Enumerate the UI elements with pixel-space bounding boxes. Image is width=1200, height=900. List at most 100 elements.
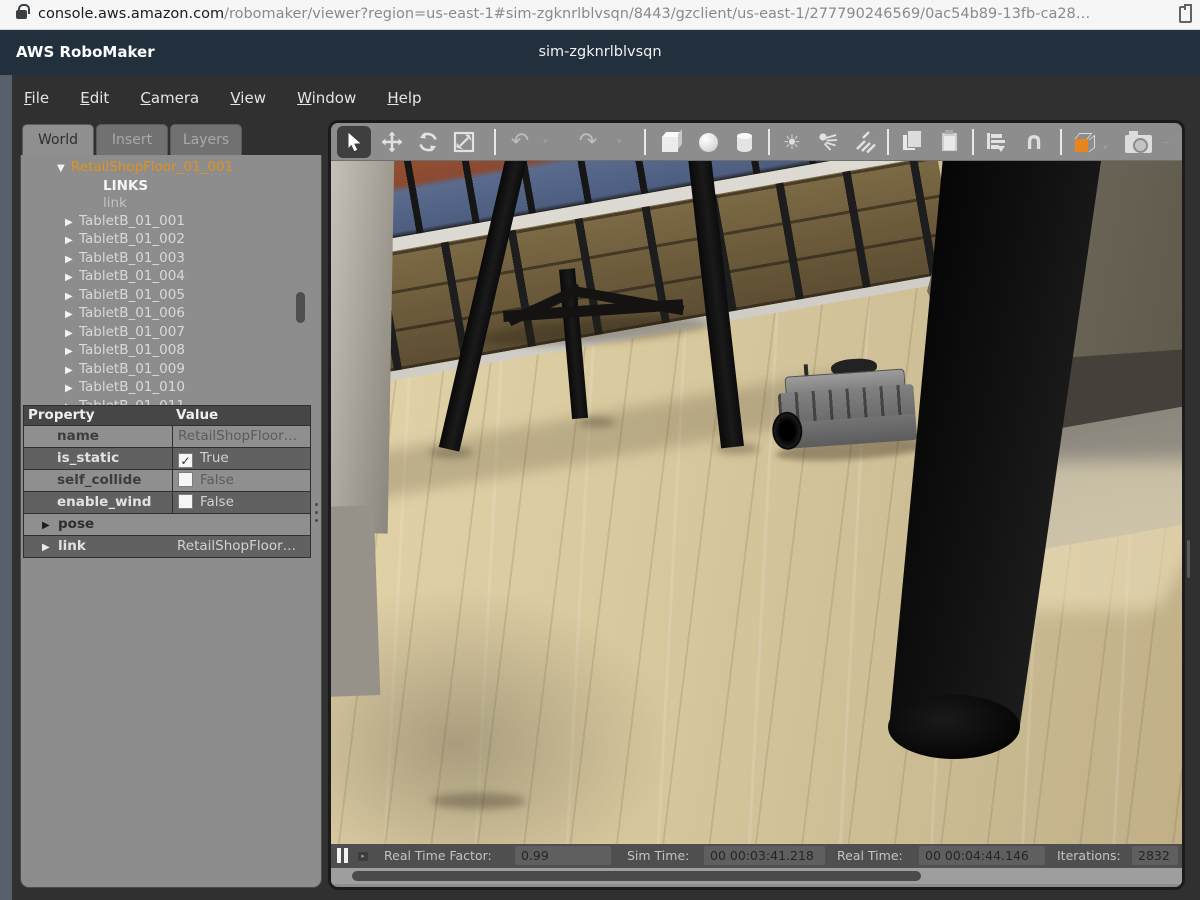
step-button[interactable]: ▸ bbox=[358, 852, 368, 861]
tree-item[interactable]: ▶TabletB_01_001 bbox=[21, 213, 321, 232]
collapsed-triangle-icon[interactable]: ▶ bbox=[42, 537, 58, 558]
tab-insert[interactable]: Insert bbox=[96, 124, 168, 156]
app-header: AWS RoboMaker sim-zgknrlblvsqn bbox=[0, 30, 1200, 75]
robot[interactable] bbox=[776, 354, 935, 466]
url-text[interactable]: console.aws.amazon.com/robomaker/viewer?… bbox=[38, 6, 1090, 22]
align-button[interactable] bbox=[979, 126, 1013, 158]
real-time-label: Real Time: bbox=[837, 848, 903, 863]
collapsed-triangle-icon[interactable]: ▶ bbox=[65, 306, 79, 324]
tree-item[interactable]: ▶TabletB_01_008 bbox=[21, 342, 321, 361]
collapsed-triangle-icon[interactable]: ▶ bbox=[42, 515, 58, 536]
collapsed-triangle-icon[interactable]: ▶ bbox=[65, 214, 79, 232]
collapsed-triangle-icon[interactable]: ▶ bbox=[65, 343, 79, 361]
collapsed-triangle-icon[interactable]: ▶ bbox=[65, 269, 79, 287]
expanded-triangle-icon[interactable]: ▼ bbox=[57, 160, 71, 178]
tab-layers[interactable]: Layers bbox=[170, 124, 242, 156]
robomaker-viewer-page: console.aws.amazon.com/robomaker/viewer?… bbox=[0, 0, 1200, 900]
is-static-checkbox[interactable]: ✓ bbox=[178, 453, 193, 468]
tree-item[interactable]: ▶TabletB_01_007 bbox=[21, 324, 321, 343]
undo-button[interactable]: ↶ bbox=[503, 126, 537, 158]
iterations-value: 2832 bbox=[1132, 846, 1178, 865]
point-light-icon: ☀ bbox=[783, 132, 801, 152]
col-value: Value bbox=[172, 406, 310, 425]
tree-item-link[interactable]: link bbox=[21, 195, 321, 213]
tree-item[interactable]: ▶TabletB_01_009 bbox=[21, 361, 321, 380]
name-value[interactable]: RetailShopFloor… bbox=[172, 426, 310, 447]
screenshot-button[interactable] bbox=[1121, 126, 1155, 158]
tripod-foot-shadow bbox=[577, 417, 615, 427]
menu-window[interactable]: Window bbox=[297, 89, 356, 107]
iterations-label: Iterations: bbox=[1057, 848, 1121, 863]
simulation-viewport[interactable] bbox=[331, 161, 1182, 844]
gazebo-client: ↶ ▾ ↷ ▾ ☀ bbox=[328, 120, 1185, 890]
directional-light-icon bbox=[854, 130, 878, 154]
rtf-value[interactable]: 0.99 bbox=[515, 846, 611, 865]
menu-view[interactable]: View bbox=[230, 89, 266, 107]
property-row-is-static: is_static ✓True bbox=[24, 447, 310, 469]
vertical-scrollbar-thumb[interactable] bbox=[1187, 540, 1190, 578]
translate-tool-button[interactable] bbox=[375, 126, 409, 158]
redo-button[interactable]: ↷ bbox=[571, 126, 605, 158]
redo-caret-icon[interactable]: ▾ bbox=[617, 137, 622, 147]
tab-world[interactable]: World bbox=[22, 124, 94, 156]
insert-cylinder-button[interactable] bbox=[727, 126, 761, 158]
collapsed-triangle-icon[interactable]: ▶ bbox=[65, 232, 79, 250]
sim-time-label: Sim Time: bbox=[627, 848, 689, 863]
menu-edit[interactable]: Edit bbox=[80, 89, 109, 107]
spot-light-button[interactable] bbox=[811, 126, 845, 158]
align-icon bbox=[986, 132, 1006, 152]
tree-item[interactable]: ▶TabletB_01_002 bbox=[21, 231, 321, 250]
tree-item[interactable]: ▶TabletB_01_005 bbox=[21, 287, 321, 306]
menu-file[interactable]: File bbox=[24, 89, 49, 107]
splitter-handle[interactable] bbox=[315, 503, 318, 527]
point-light-button[interactable]: ☀ bbox=[775, 126, 809, 158]
menu-bar: File Edit Camera View Window Help bbox=[24, 88, 448, 114]
toolbar-separator bbox=[887, 129, 889, 155]
tree-item-retailshopfloor[interactable]: ▼RetailShopFloor_01_001 bbox=[21, 159, 321, 178]
link-value[interactable]: RetailShopFloor… bbox=[172, 536, 310, 557]
menu-camera[interactable]: Camera bbox=[140, 89, 199, 107]
self-collide-checkbox[interactable] bbox=[178, 472, 193, 487]
property-row-pose[interactable]: ▶pose bbox=[24, 513, 310, 535]
paste-button[interactable] bbox=[932, 126, 966, 158]
pause-button[interactable] bbox=[337, 848, 353, 863]
property-row-name: name RetailShopFloor… bbox=[24, 425, 310, 447]
collapsed-triangle-icon[interactable]: ▶ bbox=[65, 380, 79, 398]
collapsed-triangle-icon[interactable]: ▶ bbox=[65, 362, 79, 380]
property-row-enable-wind: enable_wind False bbox=[24, 491, 310, 513]
horizontal-scrollbar-thumb[interactable] bbox=[352, 871, 921, 881]
menu-help[interactable]: Help bbox=[387, 89, 421, 107]
property-table-header: Property Value bbox=[24, 406, 310, 425]
toolbar-separator bbox=[768, 129, 770, 155]
toolbar-overflow-icon[interactable]: – bbox=[1163, 135, 1169, 149]
undo-caret-icon[interactable]: ▾ bbox=[543, 137, 548, 147]
rotate-tool-button[interactable] bbox=[411, 126, 445, 158]
directional-light-button[interactable] bbox=[849, 126, 883, 158]
scale-tool-button[interactable] bbox=[447, 126, 481, 158]
clipboard-icon[interactable] bbox=[1179, 6, 1192, 23]
insert-cube-button[interactable] bbox=[653, 126, 687, 158]
toolbar-separator bbox=[494, 129, 496, 155]
property-row-link[interactable]: ▶link RetailShopFloor… bbox=[24, 535, 310, 557]
undo-icon: ↶ bbox=[511, 131, 529, 153]
rtf-label: Real Time Factor: bbox=[384, 848, 492, 863]
tree-item[interactable]: ▶TabletB_01_006 bbox=[21, 305, 321, 324]
tree-item[interactable]: ▶TabletB_01_004 bbox=[21, 268, 321, 287]
snap-button[interactable]: ∩ bbox=[1017, 126, 1051, 158]
enable-wind-checkbox[interactable] bbox=[178, 494, 193, 509]
redo-icon: ↷ bbox=[579, 131, 597, 153]
collapsed-triangle-icon[interactable]: ▶ bbox=[65, 251, 79, 269]
select-tool-button[interactable] bbox=[337, 126, 371, 158]
browser-url-bar[interactable]: console.aws.amazon.com/robomaker/viewer?… bbox=[0, 0, 1200, 30]
horizontal-scrollbar-track[interactable] bbox=[331, 868, 1182, 884]
tree-item[interactable]: ▶TabletB_01_003 bbox=[21, 250, 321, 269]
camera-icon bbox=[1125, 135, 1152, 153]
collapsed-triangle-icon[interactable]: ▶ bbox=[65, 288, 79, 306]
view-angle-button[interactable] bbox=[1068, 126, 1102, 158]
view-angle-caret-icon[interactable]: ▾ bbox=[1103, 143, 1108, 153]
tree-scrollbar-thumb[interactable] bbox=[296, 292, 305, 323]
collapsed-triangle-icon[interactable]: ▶ bbox=[65, 325, 79, 343]
insert-sphere-button[interactable] bbox=[691, 126, 725, 158]
copy-button[interactable] bbox=[894, 126, 928, 158]
tree-item[interactable]: ▶TabletB_01_010 bbox=[21, 379, 321, 398]
